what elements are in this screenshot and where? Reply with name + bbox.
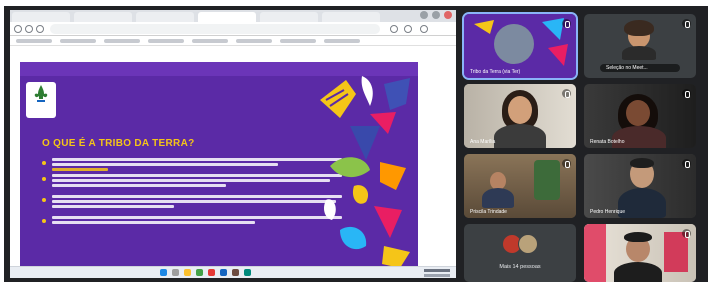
bullet-item [42, 158, 342, 171]
maximize-icon[interactable] [432, 11, 440, 19]
bullet-item [42, 195, 342, 210]
bullet-item [42, 174, 342, 189]
bullet-item [42, 216, 342, 226]
browser-tab-strip [10, 10, 456, 22]
participant-tile[interactable]: Seleção no Meet... [584, 14, 696, 78]
bookmark[interactable] [236, 39, 272, 43]
mic-icon [682, 159, 691, 168]
minimize-icon[interactable] [420, 11, 428, 19]
browser-tab[interactable] [74, 12, 132, 22]
browser-tab-active[interactable] [198, 12, 256, 22]
bookmark[interactable] [148, 39, 184, 43]
folder-icon[interactable] [184, 269, 191, 276]
participant-tile[interactable]: Ana Marília [464, 84, 576, 148]
clock [424, 269, 450, 272]
browser-tab[interactable] [260, 12, 318, 22]
app-icon[interactable] [244, 269, 251, 276]
app-icon[interactable] [220, 269, 227, 276]
participant-name: Tribo da Terra (via Ter) [470, 69, 521, 75]
participant-name: Renata Botelho [590, 139, 625, 145]
mic-icon [562, 89, 571, 98]
start-icon[interactable] [160, 269, 167, 276]
app-icon[interactable] [208, 269, 215, 276]
slide-title: O QUE É A TRIBO DA TERRA? [42, 138, 195, 149]
mic-icon [562, 159, 571, 168]
search-icon[interactable] [172, 269, 179, 276]
bookmark[interactable] [60, 39, 96, 43]
participant-tile[interactable] [584, 224, 696, 282]
browser-tab[interactable] [136, 12, 194, 22]
participant-tile[interactable]: Priscila Trindade [464, 154, 576, 218]
reload-icon[interactable] [36, 25, 44, 33]
participant-name: Seleção no Meet... [606, 65, 648, 71]
browser-tab[interactable] [322, 12, 380, 22]
meet-window: O QUE É A TRIBO DA TERRA? Tribo da Terra… [4, 6, 708, 282]
bookmark[interactable] [324, 39, 360, 43]
others-tile[interactable]: Mais 14 pessoas [464, 224, 576, 282]
mic-icon [682, 19, 691, 28]
bookmark[interactable] [192, 39, 228, 43]
participant-tile[interactable]: Pedro Henrique [584, 154, 696, 218]
shared-screen: O QUE É A TRIBO DA TERRA? [10, 10, 456, 278]
scout-logo [26, 82, 56, 118]
bookmark[interactable] [280, 39, 316, 43]
others-count-label: Mais 14 pessoas [499, 264, 541, 270]
fleur-de-lis-icon [34, 85, 48, 102]
browser-toolbar [10, 22, 456, 36]
profile-icon[interactable] [404, 25, 412, 33]
participant-tile[interactable]: Renata Botelho [584, 84, 696, 148]
bookmarks-bar [10, 36, 456, 46]
presentation-slide: O QUE É A TRIBO DA TERRA? [20, 62, 418, 272]
address-bar[interactable] [50, 24, 380, 34]
mic-icon [562, 19, 571, 28]
back-icon[interactable] [14, 25, 22, 33]
app-icon[interactable] [232, 269, 239, 276]
participant-tile[interactable]: Tribo da Terra (via Ter) [462, 12, 578, 80]
forward-icon[interactable] [25, 25, 33, 33]
bookmark[interactable] [104, 39, 140, 43]
os-taskbar [10, 266, 456, 278]
avatar [518, 234, 538, 254]
extensions-icon[interactable] [390, 25, 398, 33]
menu-icon[interactable] [420, 25, 428, 33]
close-icon[interactable] [444, 11, 452, 19]
browser-tab[interactable] [12, 12, 70, 22]
document-viewer: O QUE É A TRIBO DA TERRA? [10, 46, 456, 278]
slide-illustration [320, 76, 410, 268]
participant-label-chip: Seleção no Meet... [600, 64, 680, 72]
participant-name: Pedro Henrique [590, 209, 626, 215]
mic-icon [682, 89, 691, 98]
mic-icon [682, 229, 691, 238]
slide-bullet-list [42, 158, 342, 232]
participant-name: Ana Marília [470, 139, 496, 145]
participant-name: Priscila Trindade [470, 209, 507, 215]
chrome-icon[interactable] [196, 269, 203, 276]
bookmark[interactable] [16, 39, 52, 43]
date [424, 274, 450, 277]
